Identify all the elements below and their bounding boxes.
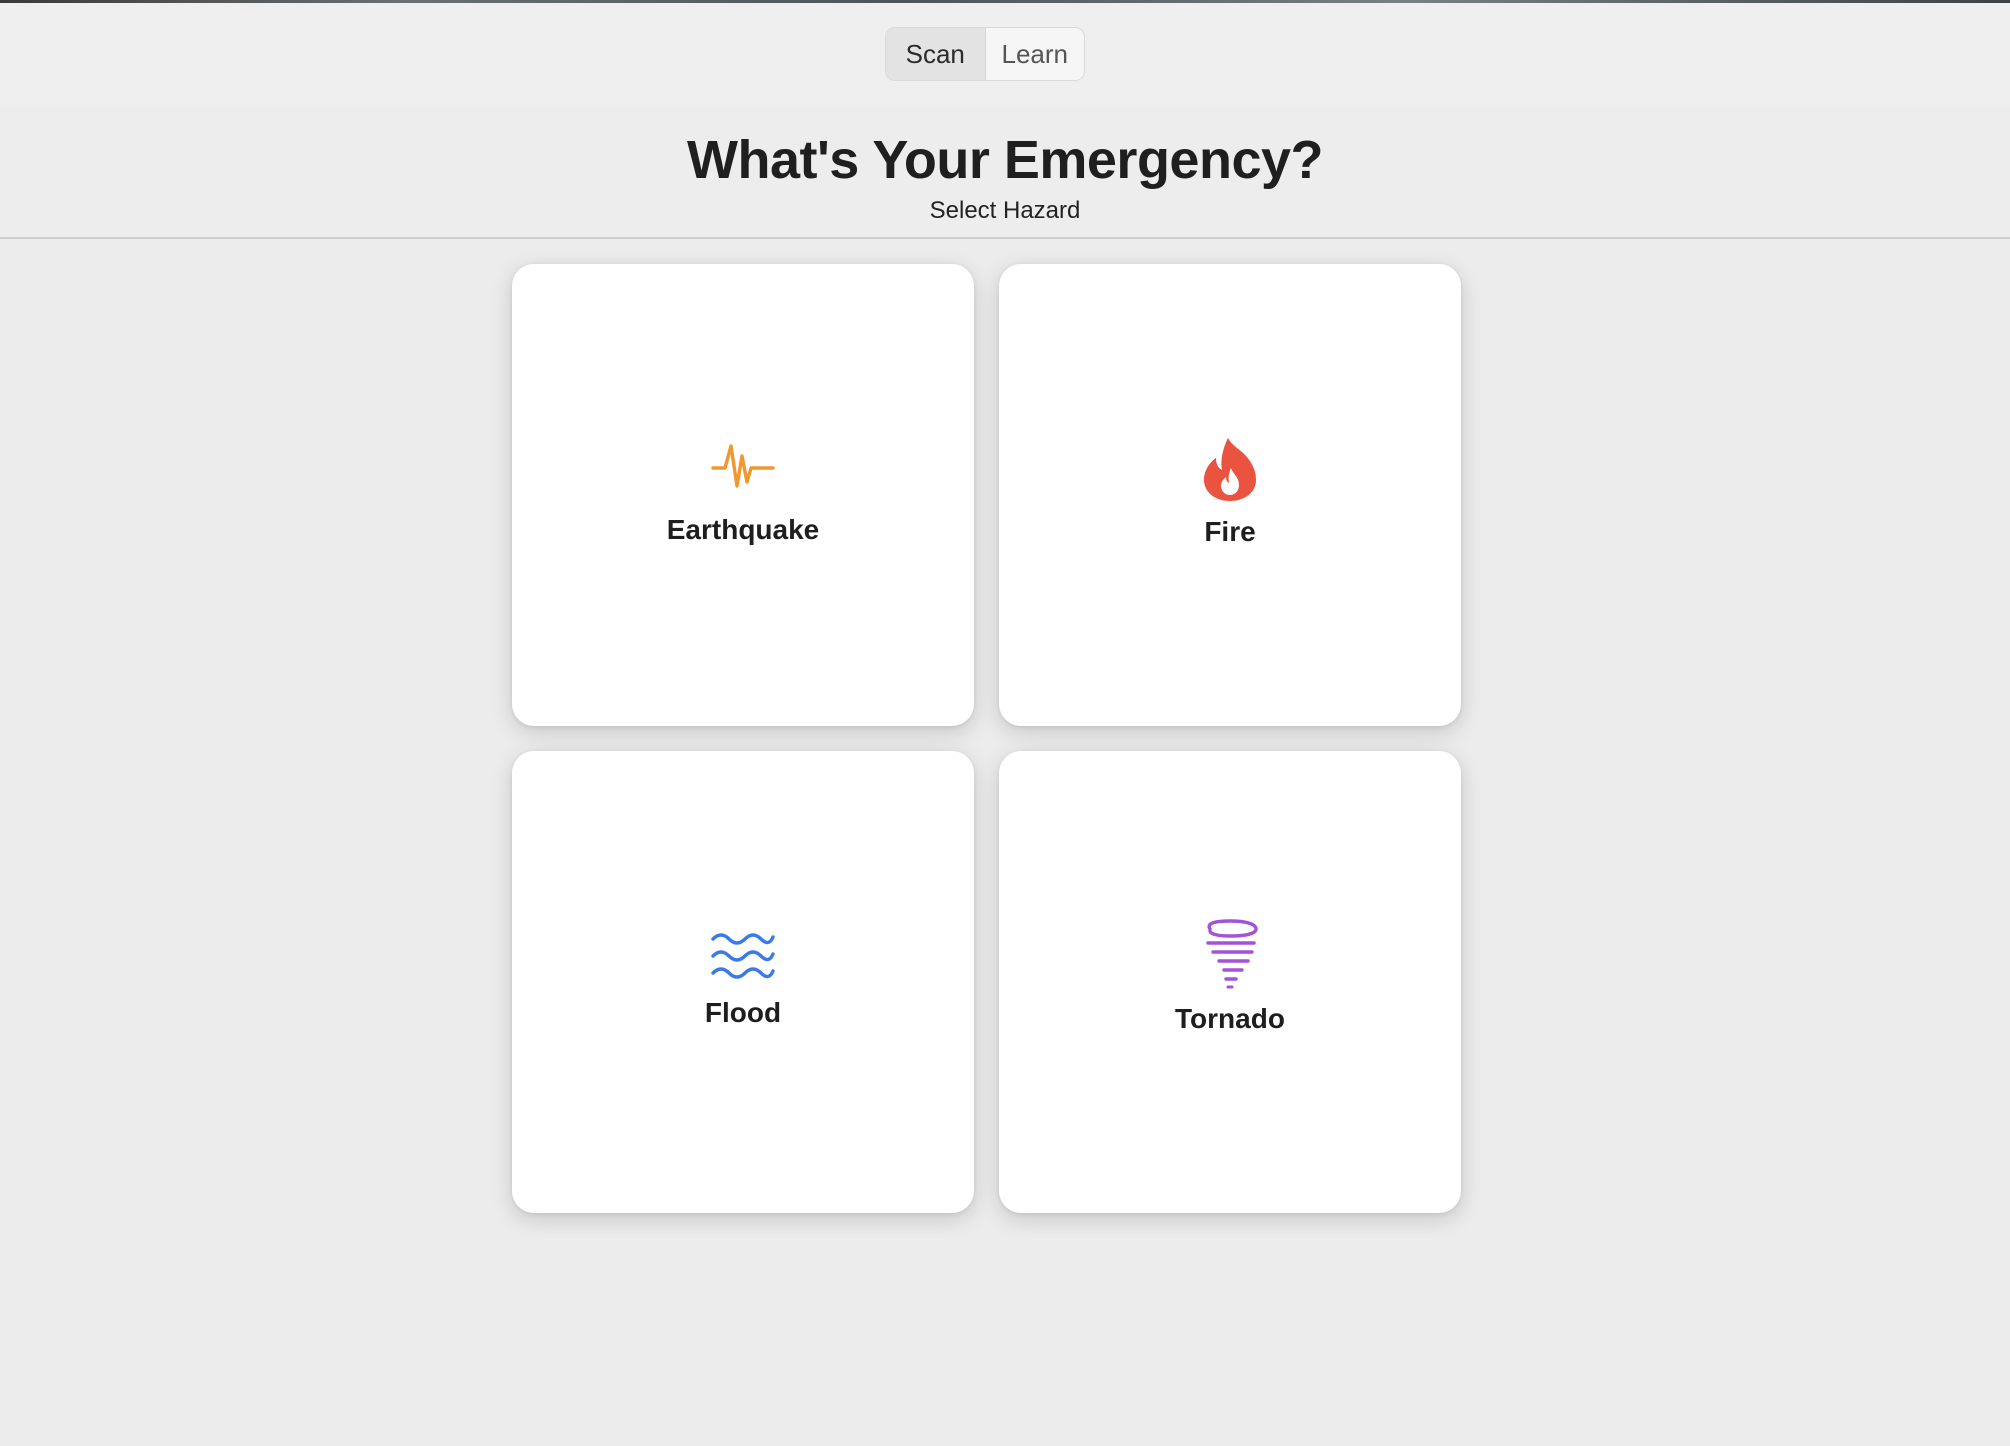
flame-icon — [1204, 438, 1256, 501]
hazard-card-content: Earthquake — [512, 436, 974, 546]
hazard-card-content: Fire — [999, 436, 1461, 548]
page-title: What's Your Emergency? — [687, 130, 1324, 190]
mode-segmented-control: Scan Learn — [885, 27, 1085, 81]
page-subtitle: Select Hazard — [929, 197, 1081, 224]
tab-learn[interactable]: Learn — [986, 28, 1085, 80]
tornado-icon — [1206, 919, 1258, 989]
hazard-card-content: Flood — [512, 929, 974, 1029]
tab-scan[interactable]: Scan — [886, 28, 986, 80]
hazard-card-earthquake[interactable]: Earthquake — [512, 264, 974, 726]
hazard-label-fire: Fire — [1204, 516, 1256, 547]
hazard-grid: Earthquake Fire Flood Tornado — [512, 264, 1462, 1214]
hazard-card-fire[interactable]: Fire — [999, 264, 1461, 726]
hazard-label-flood: Flood — [704, 997, 782, 1028]
hazard-label-earthquake: Earthquake — [666, 514, 820, 545]
hazard-label-tornado: Tornado — [1175, 1003, 1285, 1034]
page-header: What's Your Emergency? Select Hazard — [0, 107, 2010, 239]
hazard-card-flood[interactable]: Flood — [512, 751, 974, 1213]
waveform-path-icon — [711, 444, 775, 488]
hazard-card-tornado[interactable]: Tornado — [999, 751, 1461, 1213]
hazard-card-content: Tornado — [999, 919, 1461, 1035]
toolbar: Scan Learn — [0, 3, 2010, 107]
water-waves-icon — [711, 933, 775, 979]
